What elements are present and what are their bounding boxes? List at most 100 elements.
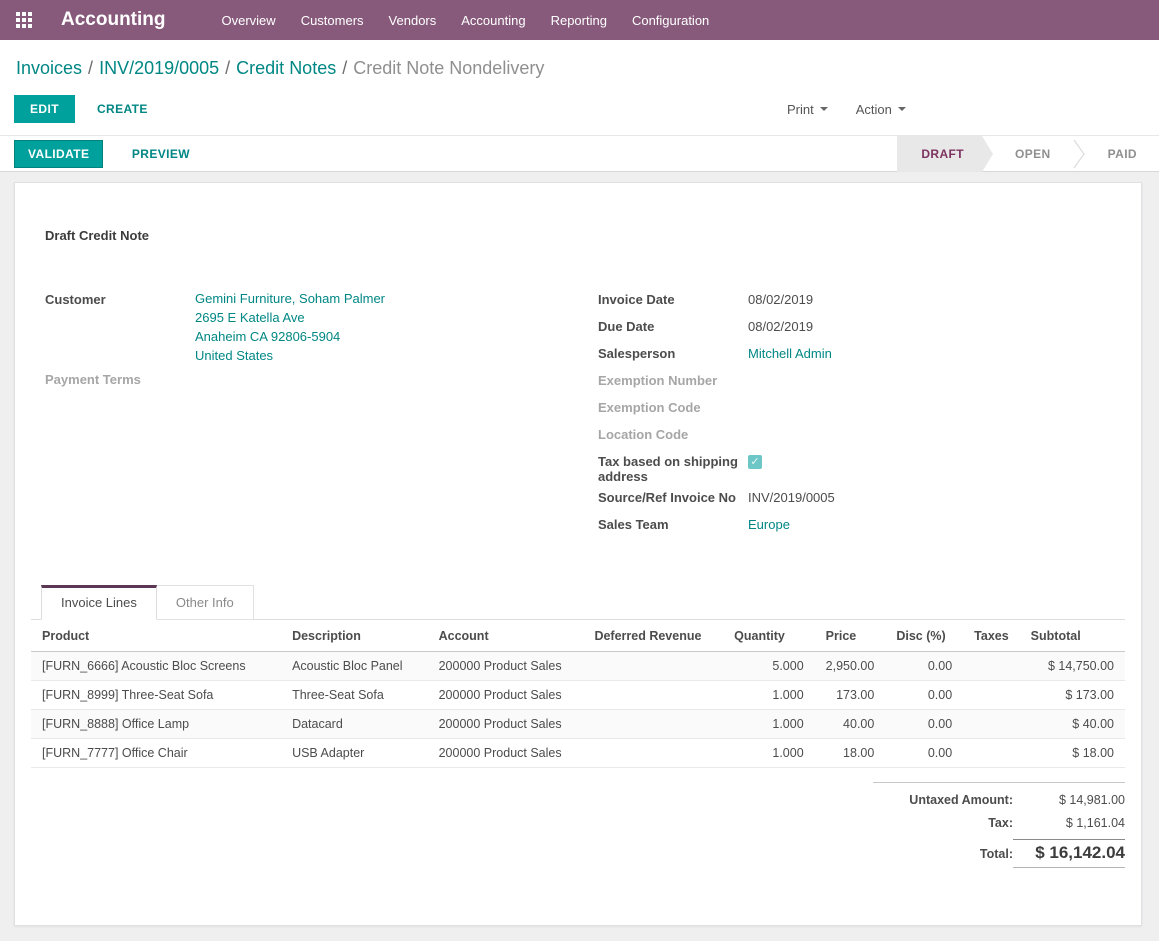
apps-grid-icon[interactable] <box>16 12 33 29</box>
col-header-account: Account <box>428 620 584 652</box>
breadcrumb-link-invoice-number[interactable]: INV/2019/0005 <box>99 58 219 78</box>
status-state-open[interactable]: OPEN <box>993 136 1073 172</box>
cell-price: 18.00 <box>815 739 886 768</box>
cell-product: [FURN_8888] Office Lamp <box>31 710 281 739</box>
cell-account: 200000 Product Sales <box>428 710 584 739</box>
caret-down-icon <box>898 107 906 111</box>
invoice-date-value: 08/02/2019 <box>748 289 813 313</box>
customer-street[interactable]: 2695 E Katella Ave <box>195 308 385 327</box>
col-header-deferred-revenue: Deferred Revenue <box>583 620 723 652</box>
cell-deferred <box>583 710 723 739</box>
tab-other-info[interactable]: Other Info <box>157 585 254 620</box>
cell-quantity: 1.000 <box>723 739 815 768</box>
cell-deferred <box>583 652 723 681</box>
exemption-code-label: Exemption Code <box>598 397 748 421</box>
nav-item-vendors[interactable]: Vendors <box>389 13 437 28</box>
invoice-line-row[interactable]: [FURN_6666] Acoustic Bloc Screens Acoust… <box>31 652 1125 681</box>
customer-country[interactable]: United States <box>195 346 385 365</box>
cell-subtotal: $ 40.00 <box>1020 710 1125 739</box>
nav-item-accounting[interactable]: Accounting <box>461 13 525 28</box>
col-header-disc: Disc (%) <box>885 620 963 652</box>
invoice-line-row[interactable]: [FURN_7777] Office Chair USB Adapter 200… <box>31 739 1125 768</box>
untaxed-amount-label: Untaxed Amount: <box>909 793 1013 807</box>
breadcrumb-link-credit-notes[interactable]: Credit Notes <box>236 58 336 78</box>
app-name[interactable]: Accounting <box>61 9 166 31</box>
content-area: Draft Credit Note Customer Gemini Furnit… <box>0 172 1159 941</box>
cell-description: USB Adapter <box>281 739 428 768</box>
tab-invoice-lines[interactable]: Invoice Lines <box>41 585 157 620</box>
total-value: $ 16,142.04 <box>1013 839 1125 868</box>
cell-taxes <box>963 739 1020 768</box>
cell-account: 200000 Product Sales <box>428 739 584 768</box>
cell-description: Datacard <box>281 710 428 739</box>
sales-team-label: Sales Team <box>598 514 748 538</box>
breadcrumb-current: Credit Note Nondelivery <box>353 58 544 78</box>
nav-item-configuration[interactable]: Configuration <box>632 13 709 28</box>
action-dropdowns: Print Action <box>787 102 906 117</box>
create-button[interactable]: CREATE <box>91 101 154 117</box>
cell-disc: 0.00 <box>885 681 963 710</box>
nav-item-reporting[interactable]: Reporting <box>551 13 607 28</box>
status-pipeline: DRAFT OPEN PAID <box>897 136 1159 172</box>
cell-taxes <box>963 710 1020 739</box>
col-header-product: Product <box>31 620 281 652</box>
salesperson-value[interactable]: Mitchell Admin <box>748 343 832 367</box>
cell-quantity: 1.000 <box>723 681 815 710</box>
location-code-label: Location Code <box>598 424 748 448</box>
tax-value: $ 1,161.04 <box>1013 816 1125 830</box>
cell-disc: 0.00 <box>885 710 963 739</box>
check-icon: ✓ <box>750 456 759 468</box>
credit-note-sheet: Draft Credit Note Customer Gemini Furnit… <box>14 182 1142 926</box>
payment-terms-label: Payment Terms <box>45 369 195 393</box>
status-state-paid[interactable]: PAID <box>1086 136 1159 172</box>
col-header-quantity: Quantity <box>723 620 815 652</box>
cell-quantity: 5.000 <box>723 652 815 681</box>
exemption-number-label: Exemption Number <box>598 370 748 394</box>
cell-product: [FURN_7777] Office Chair <box>31 739 281 768</box>
invoice-line-row[interactable]: [FURN_8999] Three-Seat Sofa Three-Seat S… <box>31 681 1125 710</box>
breadcrumb-link-invoices[interactable]: Invoices <box>16 58 82 78</box>
cell-disc: 0.00 <box>885 739 963 768</box>
edit-button[interactable]: EDIT <box>14 95 75 123</box>
preview-button[interactable]: PREVIEW <box>126 146 196 162</box>
salesperson-label: Salesperson <box>598 343 748 367</box>
tax-label: Tax: <box>988 816 1013 830</box>
col-header-description: Description <box>281 620 428 652</box>
customer-city[interactable]: Anaheim CA 92806-5904 <box>195 327 385 346</box>
tax-shipping-address-checkbox[interactable]: ✓ <box>748 455 762 469</box>
cell-disc: 0.00 <box>885 652 963 681</box>
sales-team-value[interactable]: Europe <box>748 514 790 538</box>
validate-button[interactable]: VALIDATE <box>14 140 103 168</box>
cell-subtotal: $ 173.00 <box>1020 681 1125 710</box>
print-dropdown[interactable]: Print <box>787 102 828 117</box>
caret-down-icon <box>820 107 828 111</box>
nav-item-customers[interactable]: Customers <box>301 13 364 28</box>
due-date-value: 08/02/2019 <box>748 316 813 340</box>
breadcrumb-separator: / <box>225 58 230 78</box>
cell-quantity: 1.000 <box>723 710 815 739</box>
cell-account: 200000 Product Sales <box>428 652 584 681</box>
status-state-draft[interactable]: DRAFT <box>897 136 982 172</box>
cell-description: Acoustic Bloc Panel <box>281 652 428 681</box>
nav-menu: Overview Customers Vendors Accounting Re… <box>222 13 710 28</box>
cell-subtotal: $ 14,750.00 <box>1020 652 1125 681</box>
cell-taxes <box>963 652 1020 681</box>
invoice-line-row[interactable]: [FURN_8888] Office Lamp Datacard 200000 … <box>31 710 1125 739</box>
customer-name-link[interactable]: Gemini Furniture, Soham Palmer <box>195 289 385 308</box>
print-dropdown-label: Print <box>787 102 814 117</box>
untaxed-amount-value: $ 14,981.00 <box>1013 793 1125 807</box>
breadcrumb-separator: / <box>88 58 93 78</box>
source-ref-invoice-value: INV/2019/0005 <box>748 487 835 511</box>
nav-item-overview[interactable]: Overview <box>222 13 276 28</box>
cell-account: 200000 Product Sales <box>428 681 584 710</box>
notebook-tabs: Invoice Lines Other Info <box>31 585 1125 620</box>
tax-shipping-address-label: Tax based on shipping address <box>598 451 748 484</box>
cell-deferred <box>583 739 723 768</box>
table-header-row: Product Description Account Deferred Rev… <box>31 620 1125 652</box>
cell-product: [FURN_8999] Three-Seat Sofa <box>31 681 281 710</box>
cell-deferred <box>583 681 723 710</box>
action-dropdown[interactable]: Action <box>856 102 906 117</box>
total-label: Total: <box>980 847 1013 861</box>
cell-product: [FURN_6666] Acoustic Bloc Screens <box>31 652 281 681</box>
breadcrumb: Invoices/INV/2019/0005/Credit Notes/Cred… <box>16 58 1143 79</box>
